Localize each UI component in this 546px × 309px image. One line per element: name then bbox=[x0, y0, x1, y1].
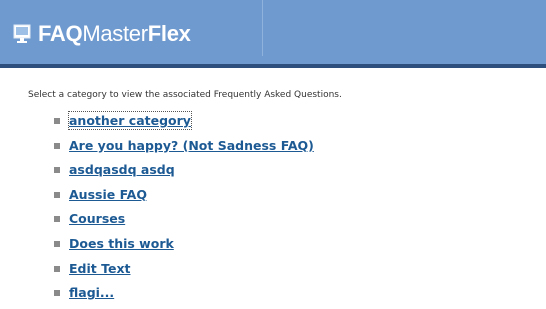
app-header: FAQMasterFlex bbox=[0, 0, 546, 64]
bullet-icon bbox=[54, 216, 60, 223]
bullet-icon bbox=[54, 167, 60, 174]
category-link[interactable]: Aussie FAQ bbox=[69, 186, 147, 203]
category-link[interactable]: flagi... bbox=[69, 284, 114, 301]
bullet-icon bbox=[54, 191, 60, 198]
category-link[interactable]: Does this work bbox=[69, 235, 174, 252]
header-bottom-bar bbox=[0, 64, 546, 68]
category-link[interactable]: Are you happy? (Not Sadness FAQ) bbox=[69, 137, 314, 154]
bullet-icon bbox=[54, 290, 60, 297]
bullet-icon bbox=[54, 118, 60, 124]
category-link[interactable]: another category bbox=[68, 111, 192, 130]
category-link[interactable]: Edit Text bbox=[69, 260, 130, 277]
header-divider bbox=[262, 0, 263, 56]
intro-text: Select a category to view the associated… bbox=[28, 90, 342, 100]
category-link[interactable]: Courses bbox=[69, 210, 125, 227]
bullet-icon bbox=[54, 240, 60, 247]
category-link[interactable]: asdqasdq asdq bbox=[69, 161, 175, 178]
logo-text-master: Master bbox=[82, 21, 148, 46]
logo-text-flex: Flex bbox=[147, 21, 191, 46]
logo-text-faq: FAQ bbox=[38, 21, 83, 46]
bullet-icon bbox=[54, 142, 60, 149]
app-logo[interactable]: FAQMasterFlex bbox=[38, 20, 191, 48]
computer-monitor-icon bbox=[13, 24, 31, 43]
bullet-icon bbox=[54, 265, 60, 272]
